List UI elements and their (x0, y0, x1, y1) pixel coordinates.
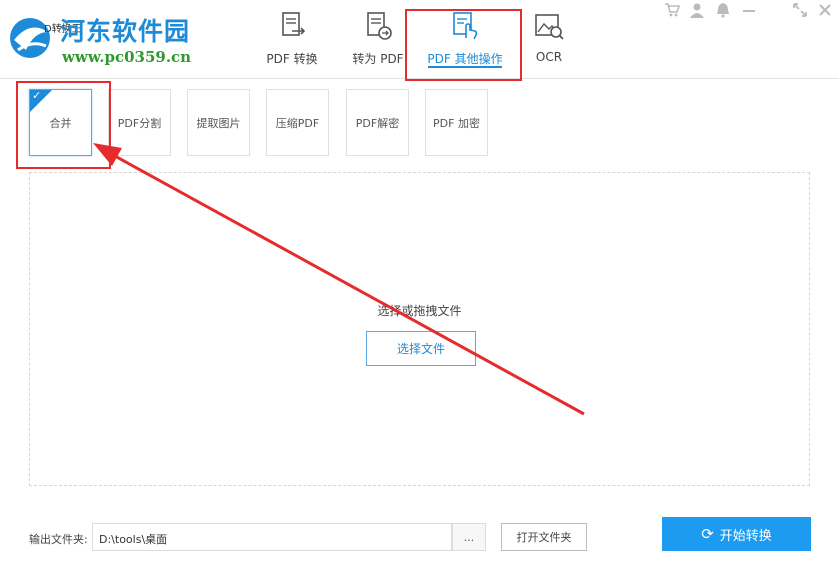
document-to-pdf-icon (367, 12, 392, 40)
tab-ocr-label: OCR (535, 50, 563, 64)
user-icon[interactable] (690, 2, 704, 18)
tab-to-pdf[interactable]: 转为 PDF (346, 6, 410, 72)
merge-highlight-box (16, 81, 111, 169)
op-split-button[interactable]: PDF分割 (108, 89, 171, 156)
op-encrypt-label: PDF 加密 (433, 116, 480, 130)
tab-ocr[interactable]: OCR (526, 6, 572, 72)
op-extract-images-label: 提取图片 (196, 116, 241, 130)
logo-title: 河东软件园 (60, 17, 191, 46)
op-decrypt-button[interactable]: PDF解密 (346, 89, 409, 156)
logo-url: www.pc0359.cn (62, 48, 192, 66)
file-dropzone[interactable]: 选择或拖拽文件 选择文件 (29, 172, 810, 486)
top-bar: D转换王 河东软件园 www.pc0359.cn PDF 转换 转为 PDF P… (0, 0, 839, 81)
refresh-icon: ⟳ (701, 525, 714, 543)
browse-button[interactable]: ... (452, 523, 486, 551)
close-icon[interactable] (818, 2, 832, 18)
op-compress-label: 压缩PDF (275, 116, 320, 130)
start-convert-button[interactable]: ⟳ 开始转换 (662, 517, 811, 551)
minimize-icon[interactable] (742, 2, 756, 18)
cart-icon[interactable] (664, 2, 680, 18)
tab-pdf-convert-label: PDF 转换 (266, 52, 318, 66)
op-decrypt-label: PDF解密 (355, 116, 400, 130)
logo-emblem-icon (10, 18, 50, 58)
start-convert-label: 开始转换 (719, 528, 772, 544)
tab-to-pdf-label: 转为 PDF (352, 52, 404, 66)
output-path-field[interactable]: D:\tools\桌面 (92, 523, 452, 551)
op-split-label: PDF分割 (117, 116, 162, 130)
op-extract-images-button[interactable]: 提取图片 (187, 89, 250, 156)
open-folder-button[interactable]: 打开文件夹 (501, 523, 587, 551)
tab-pdf-convert[interactable]: PDF 转换 (258, 6, 326, 72)
restore-icon[interactable] (793, 2, 807, 18)
bell-icon[interactable] (716, 2, 730, 18)
op-compress-button[interactable]: 压缩PDF (266, 89, 329, 156)
document-convert-icon (282, 12, 306, 36)
logo: D转换王 河东软件园 www.pc0359.cn (4, 6, 204, 68)
dropzone-hint: 选择或拖拽文件 (377, 304, 462, 318)
select-file-button[interactable]: 选择文件 (366, 331, 476, 366)
output-folder-label: 输出文件夹: (29, 533, 88, 546)
image-search-icon (535, 14, 564, 40)
tab-highlight-box (405, 9, 522, 81)
op-encrypt-button[interactable]: PDF 加密 (425, 89, 488, 156)
